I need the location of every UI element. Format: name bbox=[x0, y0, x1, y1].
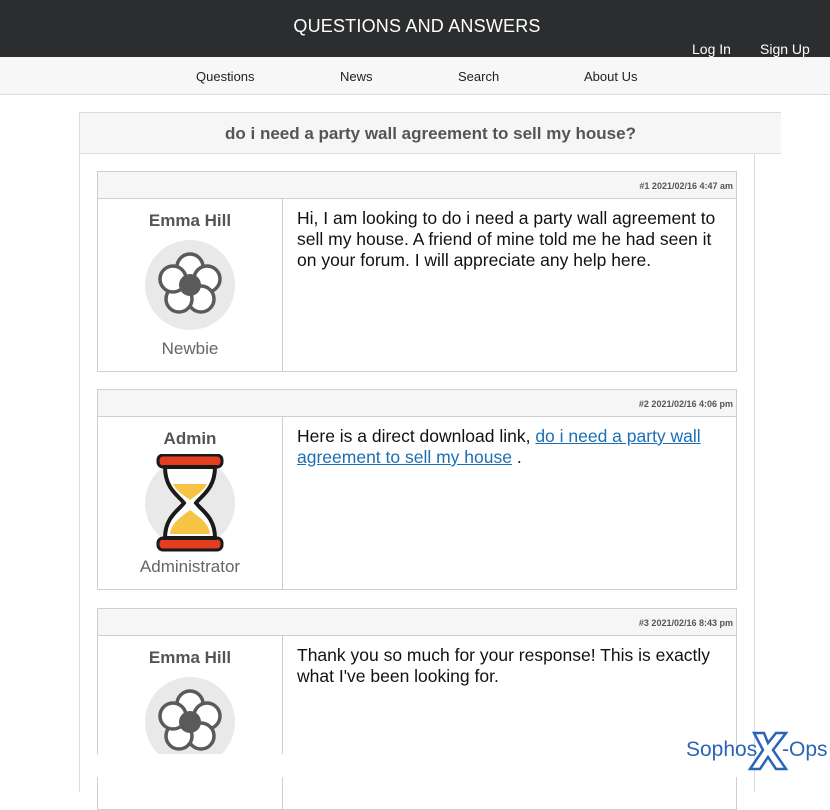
post-body: Emma Hill Newbie Hi, I am looking to do … bbox=[98, 199, 736, 371]
post-message: Thank you so much for your response! Thi… bbox=[297, 645, 711, 686]
author-panel: Emma Hill bbox=[98, 636, 283, 809]
login-link[interactable]: Log In bbox=[692, 41, 731, 57]
author-panel: Emma Hill Newbie bbox=[98, 199, 283, 371]
thread-title: do i need a party wall agreement to sell… bbox=[225, 124, 636, 143]
author-role: Newbie bbox=[161, 339, 219, 358]
thread-title-bar: do i need a party wall agreement to sell… bbox=[79, 112, 781, 154]
flower-icon bbox=[158, 252, 222, 314]
author-name[interactable]: Emma Hill bbox=[98, 211, 282, 231]
post-message: Here is a direct download link, do i nee… bbox=[297, 426, 725, 468]
post-body: Emma Hill Thank you so much for your res… bbox=[98, 636, 736, 809]
post-header: #3 2021/02/16 8:43 pm bbox=[98, 609, 736, 636]
fade-cover bbox=[97, 754, 737, 777]
nav-about-us[interactable]: About Us bbox=[584, 69, 637, 84]
site-title[interactable]: QUESTIONS AND ANSWERS bbox=[0, 16, 830, 37]
post-meta[interactable]: #3 2021/02/16 8:43 pm bbox=[639, 618, 733, 628]
message-text-end: . bbox=[511, 447, 522, 467]
main-nav: Questions News Search About Us bbox=[0, 57, 830, 95]
author-name[interactable]: Admin bbox=[98, 429, 282, 449]
post-1: #1 2021/02/16 4:47 am Emma Hill Newbie H… bbox=[97, 171, 737, 372]
top-header-bar: QUESTIONS AND ANSWERS Log In Sign Up bbox=[0, 0, 830, 57]
post-header: #2 2021/02/16 4:06 pm bbox=[98, 390, 736, 417]
hourglass-icon bbox=[156, 454, 224, 552]
post-3: #3 2021/02/16 8:43 pm Emma Hill Thank yo… bbox=[97, 608, 737, 810]
nav-questions[interactable]: Questions bbox=[196, 69, 255, 84]
watermark-suffix-text: Ops bbox=[789, 738, 828, 761]
post-body: Admin Administrator Here is a direct dow… bbox=[98, 417, 736, 589]
post-message: Hi, I am looking to do i need a party wa… bbox=[297, 208, 716, 270]
author-name[interactable]: Emma Hill bbox=[98, 648, 282, 668]
author-role: Administrator bbox=[139, 557, 241, 576]
avatar[interactable] bbox=[145, 240, 235, 330]
post-meta[interactable]: #2 2021/02/16 4:06 pm bbox=[639, 399, 733, 409]
sophos-watermark: Sophos -Ops bbox=[686, 731, 830, 771]
watermark-brand: Sophos bbox=[686, 738, 758, 761]
author-panel: Admin Administrator bbox=[98, 417, 283, 589]
nav-search[interactable]: Search bbox=[458, 69, 499, 84]
container-edge-left bbox=[79, 754, 80, 777]
post-meta[interactable]: #1 2021/02/16 4:47 am bbox=[639, 181, 733, 191]
post-header: #1 2021/02/16 4:47 am bbox=[98, 172, 736, 199]
post-2: #2 2021/02/16 4:06 pm Admin Administrato… bbox=[97, 389, 737, 590]
message-text: Here is a direct download link, bbox=[297, 426, 536, 446]
nav-news[interactable]: News bbox=[340, 69, 373, 84]
watermark-suffix: -Ops bbox=[782, 738, 828, 761]
avatar[interactable] bbox=[145, 454, 235, 552]
signup-link[interactable]: Sign Up bbox=[760, 41, 810, 57]
